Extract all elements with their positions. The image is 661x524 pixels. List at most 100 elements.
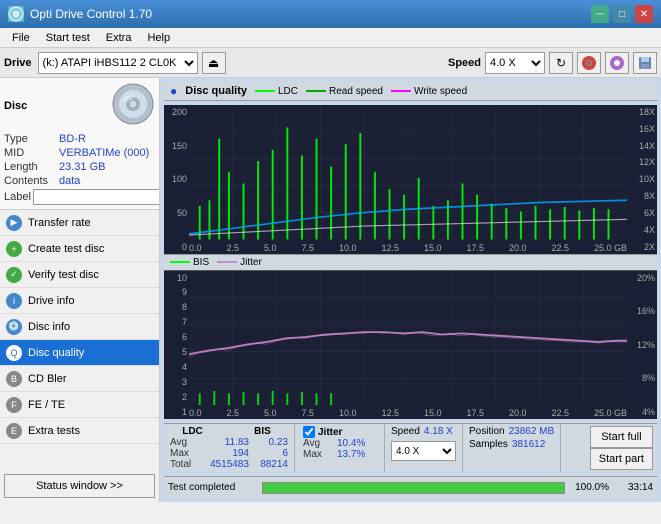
write-speed-color-swatch [391,90,411,92]
cd-bler-icon: B [6,371,22,387]
speed-stat-value: 4.18 X [424,426,453,437]
fe-te-icon: F [6,397,22,413]
sidebar-item-verify-test-disc[interactable]: ✓ Verify test disc [0,262,159,288]
create-test-label: Create test disc [28,243,104,255]
sidebar-item-create-test-disc[interactable]: + Create test disc [0,236,159,262]
disc-label-label: Label [4,191,31,203]
avg-label: Avg [170,437,200,448]
mid-label: MID [4,147,59,159]
disc-quality-label: Disc quality [28,347,84,359]
fe-te-label: FE / TE [28,399,65,411]
top-chart-svg [189,105,627,240]
create-test-icon: + [6,241,22,257]
bottom-y-axis-right: 20%16%12%8%4% [627,271,657,420]
start-part-button[interactable]: Start part [590,448,653,470]
bis-legend-label: BIS [193,257,209,268]
bis-header: BIS [245,426,280,437]
drive-info-icon: i [6,293,22,309]
progress-time: 33:14 [613,482,653,493]
speed-stat-label: Speed [391,426,420,437]
status-window-button[interactable]: Status window >> [4,474,155,498]
menu-bar: File Start test Extra Help [0,28,661,48]
disc-quality-icon: Q [6,345,22,361]
ldc-color-swatch [255,90,275,92]
dual-chart: 200150100500 18X16X14X12X10X8X6X4X2X [164,105,657,419]
position-value: 23862 MB [509,426,555,437]
sidebar-item-disc-info[interactable]: 💿 Disc info [0,314,159,340]
progress-bar-area: Test completed 100.0% 33:14 [164,476,657,498]
ldc-header: LDC [170,426,215,437]
toolbar: Drive (k:) ATAPI iHBS112 2 CL0K ⏏ Speed … [0,48,661,78]
eject-button[interactable]: ⏏ [202,52,226,74]
stats-bar: LDC BIS Avg 11.83 0.23 Max 194 6 Total 4… [164,423,657,472]
disc-label-input[interactable] [33,189,160,205]
transfer-rate-label: Transfer rate [28,217,91,229]
verify-test-icon: ✓ [6,267,22,283]
ldc-legend-label: LDC [278,86,298,97]
app-icon [8,6,24,22]
chart-title: Disc quality [185,85,247,97]
top-chart-area [189,105,627,240]
sidebar-item-fe-te[interactable]: F FE / TE [0,392,159,418]
title-bar: Opti Drive Control 1.70 ─ □ ✕ [0,0,661,28]
type-label: Type [4,133,59,145]
settings-button[interactable] [605,52,629,74]
read-speed-color-swatch [306,90,326,92]
sidebar-item-drive-info[interactable]: i Drive info [0,288,159,314]
drive-select[interactable]: (k:) ATAPI iHBS112 2 CL0K [38,52,198,74]
ldc-avg: 11.83 [204,437,249,448]
contents-label: Contents [4,175,59,187]
jitter-max-label: Max [303,449,333,460]
total-label: Total [170,459,200,470]
drive-info-label: Drive info [28,295,74,307]
sidebar-item-extra-tests[interactable]: E Extra tests [0,418,159,444]
samples-label: Samples [469,439,508,450]
menu-extra[interactable]: Extra [98,30,140,46]
verify-test-label: Verify test disc [28,269,99,281]
write-speed-legend-label: Write speed [414,86,467,97]
menu-start-test[interactable]: Start test [38,30,98,46]
save-button[interactable] [633,52,657,74]
extra-tests-label: Extra tests [28,425,80,437]
sidebar-item-disc-quality[interactable]: Q Disc quality [0,340,159,366]
transfer-rate-icon: ▶ [6,215,22,231]
sidebar-item-cd-bler[interactable]: B CD Bler [0,366,159,392]
read-speed-legend: Read speed [306,86,383,97]
drive-label: Drive [4,57,32,69]
top-y-axis-left: 200150100500 [164,105,189,254]
maximize-button[interactable]: □ [613,5,631,23]
speed-stat-select[interactable]: 4.0 X [391,441,456,461]
jitter-legend: Jitter [217,257,262,268]
samples-value: 381612 [512,439,545,450]
jitter-legend-label: Jitter [240,257,262,268]
disc-section-title: Disc [4,100,27,112]
type-value: BD-R [59,133,155,145]
jitter-checkbox[interactable] [303,426,315,438]
menu-file[interactable]: File [4,30,38,46]
bis-max: 6 [253,448,288,459]
speed-select[interactable]: 4.0 X [485,52,545,74]
disc-icon-button[interactable] [577,52,601,74]
progress-label: Test completed [168,482,258,493]
nav-items: ▶ Transfer rate + Create test disc ✓ Ver… [0,210,159,444]
contents-value: data [59,175,155,187]
close-button[interactable]: ✕ [635,5,653,23]
minimize-button[interactable]: ─ [591,5,609,23]
mid-value: VERBATIMe (000) [59,147,155,159]
bis-total: 88214 [253,459,288,470]
action-buttons: Start full Start part [586,424,657,472]
bis-legend: BIS [170,257,209,268]
sidebar-item-transfer-rate[interactable]: ▶ Transfer rate [0,210,159,236]
start-full-button[interactable]: Start full [590,426,653,448]
ldc-max: 194 [204,448,249,459]
chart-header: ● Disc quality LDC Read speed Write spee… [164,82,657,101]
disc-panel: Disc Type BD-R MI [0,78,159,210]
bis-avg: 0.23 [253,437,288,448]
bottom-x-axis: 0.02.55.07.510.012.515.017.520.022.525.0… [189,408,627,419]
refresh-button[interactable]: ↻ [549,52,573,74]
bottom-y-axis-left: 10987654321 [164,271,189,420]
ldc-legend: LDC [255,86,298,97]
menu-help[interactable]: Help [139,30,178,46]
top-chart: 200150100500 18X16X14X12X10X8X6X4X2X [164,105,657,254]
speed-label: Speed [448,57,481,69]
